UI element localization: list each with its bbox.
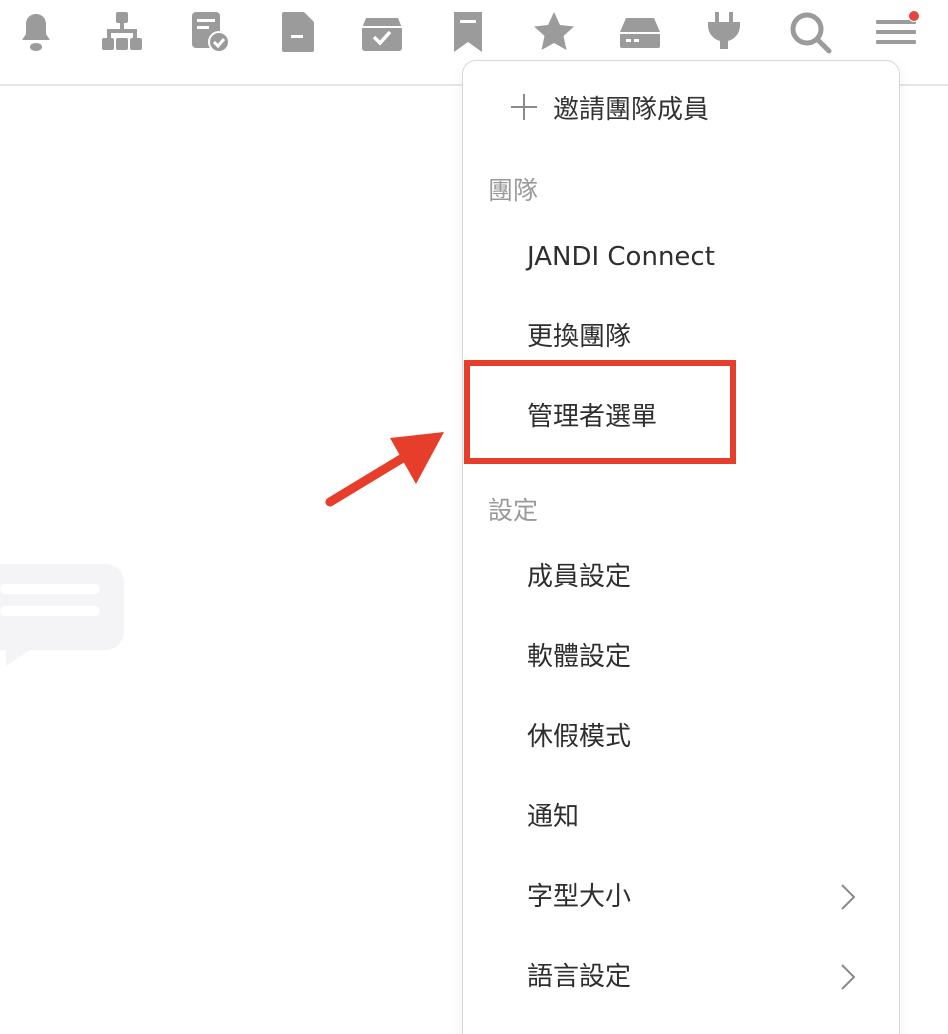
invite-team-member-item[interactable]: 邀請團隊成員: [511, 87, 709, 127]
notification-dot: [908, 10, 920, 22]
menu-item-font-size[interactable]: 字型大小: [527, 877, 631, 917]
annotation-arrow-icon: [325, 432, 444, 507]
chevron-right-icon: [837, 882, 859, 910]
search-icon[interactable]: [786, 8, 834, 56]
menu-item-vacation-mode[interactable]: 休假模式: [527, 717, 631, 757]
todo-check-icon[interactable]: [186, 8, 234, 56]
chat-placeholder-icon: [0, 564, 124, 666]
menu-item-jandi-connect[interactable]: JANDI Connect: [527, 237, 715, 277]
file-icon[interactable]: [274, 8, 322, 56]
menu-item-member-settings[interactable]: 成員設定: [527, 557, 631, 597]
drive-icon[interactable]: [616, 8, 664, 56]
menu-hamburger-icon[interactable]: [872, 8, 920, 56]
bookmark-icon[interactable]: [444, 8, 492, 56]
org-chart-icon[interactable]: [98, 8, 146, 56]
notification-bell-icon[interactable]: [12, 8, 60, 56]
invite-label: 邀請團隊成員: [553, 94, 710, 125]
menu-item-language-settings[interactable]: 語言設定: [527, 957, 631, 997]
menu-item-notifications[interactable]: 通知: [527, 797, 579, 837]
menu-item-switch-team[interactable]: 更換團隊: [527, 317, 631, 357]
page: 邀請團隊成員 團隊 JANDI Connect 更換團隊 管理者選單 設定 成員…: [0, 0, 948, 1034]
archive-box-icon[interactable]: [358, 8, 406, 56]
star-icon[interactable]: [530, 8, 578, 56]
team-section-header: 團隊: [488, 176, 539, 205]
main-dropdown-menu: 邀請團隊成員 團隊 JANDI Connect 更換團隊 管理者選單 設定 成員…: [462, 60, 900, 1034]
plus-icon: [511, 94, 537, 120]
settings-section-header: 設定: [488, 496, 539, 525]
admin-menu-highlight: [464, 360, 736, 464]
menu-item-app-settings[interactable]: 軟體設定: [527, 637, 631, 677]
plug-icon[interactable]: [700, 8, 748, 56]
chevron-right-icon: [837, 962, 859, 990]
